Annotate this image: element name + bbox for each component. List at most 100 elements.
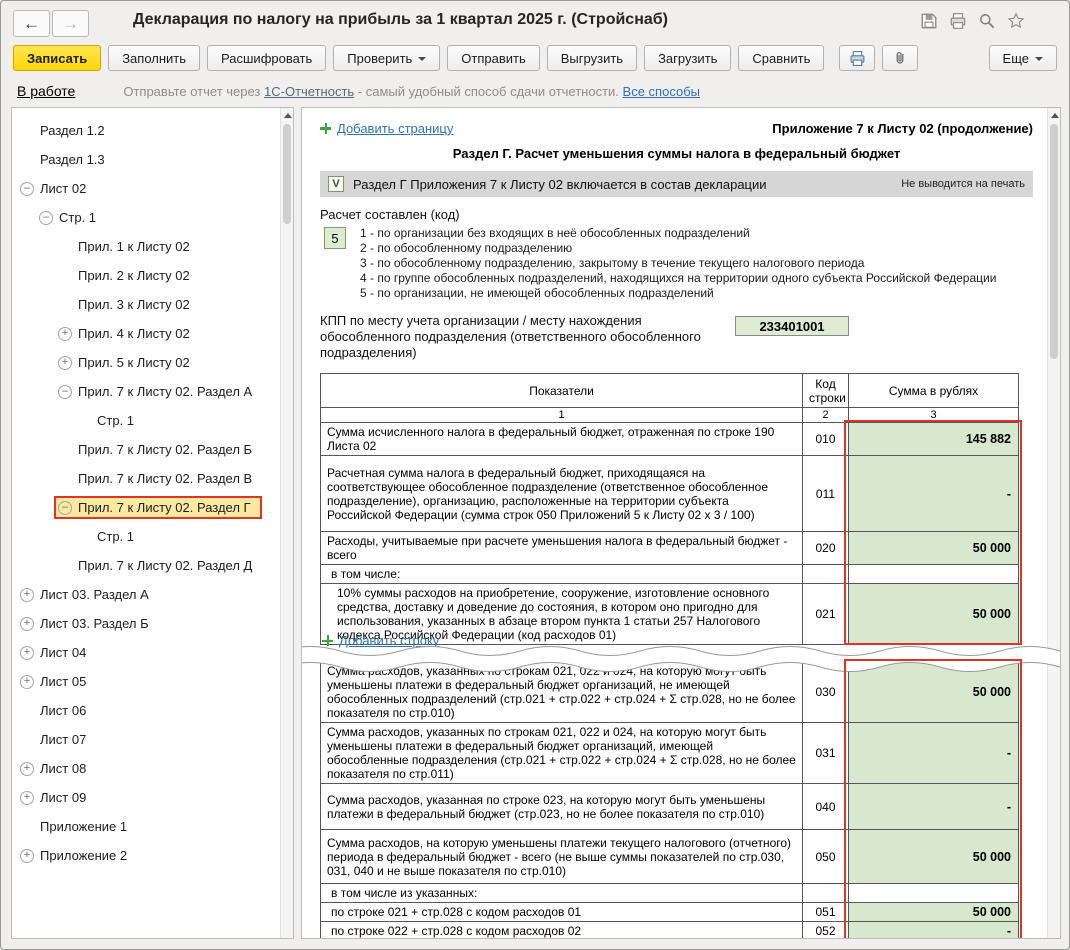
sections-sidebar: Раздел 1.2 Раздел 1.3 Лист 02 Стр. 1 При… [11, 107, 294, 939]
sidebar-item-pril-7-g-selected[interactable]: Прил. 7 к Листу 02. Раздел Г [12, 493, 279, 522]
report-status-link[interactable]: В работе [17, 83, 75, 99]
collapse-icon[interactable] [20, 182, 34, 196]
expand-icon[interactable] [20, 588, 34, 602]
save-icon[interactable] [920, 12, 938, 30]
row-indicator: Расходы, учитываемые при расчете уменьше… [321, 532, 803, 565]
check-button[interactable]: Проверить [333, 45, 440, 71]
kpp-field[interactable]: 233401001 [735, 316, 849, 336]
attachments-button[interactable] [882, 45, 918, 71]
table-row-050: Сумма расходов, на которую уменьшены пла… [321, 830, 1019, 884]
tree-label: Лист 04 [40, 645, 86, 660]
indicators-table-top: Показатели Код строки Сумма в рублях 1 2… [320, 373, 1018, 645]
row-sum-field[interactable]: - [849, 723, 1019, 784]
sidebar-item-list-04[interactable]: Лист 04 [12, 638, 279, 667]
sidebar-item-list-08[interactable]: Лист 08 [12, 754, 279, 783]
import-button[interactable]: Загрузить [644, 45, 731, 71]
sidebar-item-razdel-1-2[interactable]: Раздел 1.2 [12, 116, 279, 145]
sidebar-item-list-03-a[interactable]: Лист 03. Раздел А [12, 580, 279, 609]
scrollbar-thumb[interactable] [283, 124, 291, 224]
save-button[interactable]: Записать [13, 45, 101, 71]
expand-icon[interactable] [58, 327, 72, 341]
send-button[interactable]: Отправить [447, 45, 539, 71]
row-sum-field[interactable]: - [849, 922, 1019, 940]
sidebar-item-list-05[interactable]: Лист 05 [12, 667, 279, 696]
sidebar-scrollbar[interactable] [280, 108, 293, 938]
row-sum-field[interactable]: 50 000 [849, 830, 1019, 884]
sidebar-item-list-02[interactable]: Лист 02 [12, 174, 279, 203]
all-methods-link[interactable]: Все способы [623, 84, 700, 99]
not-printed-note: Не выводится на печать [901, 178, 1025, 190]
collapse-icon[interactable] [58, 501, 72, 515]
content-tear: Добавить строку [320, 639, 1033, 665]
form-scrollbar[interactable] [1047, 108, 1060, 938]
sidebar-item-pril-2[interactable]: Прил. 2 к Листу 02 [12, 261, 279, 290]
sidebar-item-str-1-a[interactable]: Стр. 1 [12, 406, 279, 435]
sidebar-item-pril-3[interactable]: Прил. 3 к Листу 02 [12, 290, 279, 319]
sidebar-item-list-03-b[interactable]: Лист 03. Раздел Б [12, 609, 279, 638]
expand-icon[interactable] [20, 646, 34, 660]
calc-code-field[interactable]: 5 [324, 227, 346, 249]
tree-label: Прил. 7 к Листу 02. Раздел В [78, 471, 252, 486]
print-icon[interactable] [949, 12, 967, 30]
page-title: Декларация по налогу на прибыль за 1 ква… [133, 11, 668, 29]
plus-icon [320, 123, 331, 134]
scroll-up-icon[interactable] [1051, 113, 1059, 118]
sidebar-item-str-1[interactable]: Стр. 1 [12, 203, 279, 232]
tree-label: Прил. 5 к Листу 02 [78, 355, 190, 370]
collapse-icon[interactable] [39, 211, 53, 225]
sidebar-item-pril-1[interactable]: Прил. 1 к Листу 02 [12, 232, 279, 261]
star-icon[interactable] [1007, 12, 1025, 30]
compare-button[interactable]: Сравнить [738, 45, 824, 71]
calc-option: 1 - по организации без входящих в неё об… [360, 226, 996, 241]
decrypt-button-label: Расшифровать [221, 51, 312, 66]
collapse-icon[interactable] [58, 385, 72, 399]
expand-icon[interactable] [20, 849, 34, 863]
print-button[interactable] [839, 45, 875, 71]
tree-label: Лист 02 [40, 181, 86, 196]
row-sum-field[interactable]: - [849, 784, 1019, 830]
row-code: 031 [803, 723, 849, 784]
status-text: Отправьте отчет через [123, 84, 264, 99]
sidebar-item-pril-4[interactable]: Прил. 4 к Листу 02 [12, 319, 279, 348]
decrypt-button[interactable]: Расшифровать [207, 45, 326, 71]
fill-button[interactable]: Заполнить [108, 45, 200, 71]
scrollbar-thumb[interactable] [1050, 124, 1058, 359]
row-sum-field[interactable]: 50 000 [849, 903, 1019, 922]
row-sum-field[interactable]: 50 000 [849, 584, 1019, 645]
sidebar-item-pril-7-d[interactable]: Прил. 7 к Листу 02. Раздел Д [12, 551, 279, 580]
row-code: 052 [803, 922, 849, 940]
row-sum-field[interactable]: 145 882 [849, 423, 1019, 456]
sidebar-item-pril-7-a[interactable]: Прил. 7 к Листу 02. Раздел А [12, 377, 279, 406]
row-sum-field[interactable]: 50 000 [849, 532, 1019, 565]
scroll-up-icon[interactable] [284, 113, 292, 118]
service-link[interactable]: 1С-Отчетность [264, 84, 354, 99]
sidebar-item-prilozhenie-2[interactable]: Приложение 2 [12, 841, 279, 870]
title-icons [920, 12, 1025, 30]
sidebar-item-pril-7-b[interactable]: Прил. 7 к Листу 02. Раздел Б [12, 435, 279, 464]
row-sum-field[interactable]: - [849, 456, 1019, 532]
back-button[interactable] [13, 10, 50, 37]
sidebar-item-str-1-g[interactable]: Стр. 1 [12, 522, 279, 551]
more-button[interactable]: Еще [989, 45, 1057, 71]
expand-icon[interactable] [20, 762, 34, 776]
table-subheader-row: в том числе из указанных: [321, 884, 1019, 903]
sidebar-item-prilozhenie-1[interactable]: Приложение 1 [12, 812, 279, 841]
sidebar-item-list-09[interactable]: Лист 09 [12, 783, 279, 812]
forward-button[interactable] [52, 10, 89, 37]
expand-icon[interactable] [58, 356, 72, 370]
expand-icon[interactable] [20, 791, 34, 805]
include-checkbox[interactable]: V [328, 176, 344, 192]
expand-icon[interactable] [20, 617, 34, 631]
sidebar-item-pril-7-v[interactable]: Прил. 7 к Листу 02. Раздел В [12, 464, 279, 493]
row-indicator: Расчетная сумма налога в федеральный бюд… [321, 456, 803, 532]
add-page-link[interactable]: Добавить страницу [320, 121, 453, 136]
find-icon[interactable] [978, 12, 996, 30]
export-button[interactable]: Выгрузить [547, 45, 637, 71]
sidebar-item-pril-5[interactable]: Прил. 5 к Листу 02 [12, 348, 279, 377]
sidebar-item-razdel-1-3[interactable]: Раздел 1.3 [12, 145, 279, 174]
table-row-031: Сумма расходов, указанных по строкам 021… [321, 723, 1019, 784]
save-button-label: Записать [27, 51, 87, 66]
expand-icon[interactable] [20, 675, 34, 689]
sidebar-item-list-07[interactable]: Лист 07 [12, 725, 279, 754]
sidebar-item-list-06[interactable]: Лист 06 [12, 696, 279, 725]
